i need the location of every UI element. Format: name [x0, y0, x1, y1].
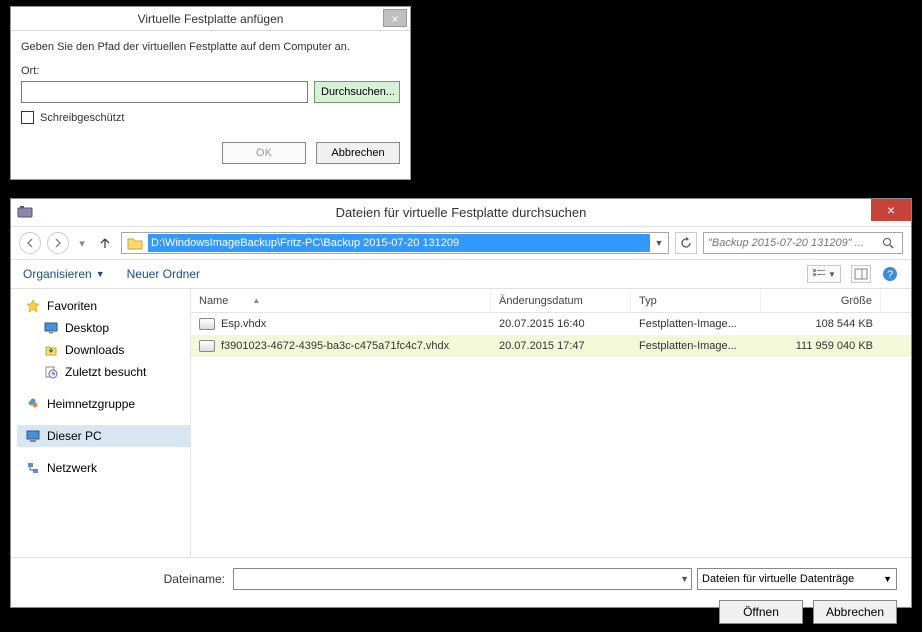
back-button[interactable]: [19, 232, 41, 254]
help-button[interactable]: ?: [881, 265, 899, 283]
tree-label: Favoriten: [47, 299, 97, 313]
view-list-icon: [812, 268, 826, 280]
organize-menu[interactable]: Organisieren ▼: [23, 267, 105, 281]
file-open-dialog: Dateien für virtuelle Festplatte durchsu…: [10, 198, 912, 608]
chevron-down-icon[interactable]: ▼: [680, 574, 689, 584]
help-icon: ?: [882, 266, 898, 282]
file-date: 20.07.2015 17:47: [491, 340, 631, 352]
arrow-up-icon: [98, 236, 112, 250]
star-icon: [25, 298, 41, 314]
homegroup-icon: [25, 396, 41, 412]
attach-vhd-title: Virtuelle Festplatte anfügen: [11, 7, 410, 31]
file-date: 20.07.2015 16:40: [491, 318, 631, 330]
file-name: Esp.vhdx: [221, 318, 266, 330]
toolbar: Organisieren ▼ Neuer Ordner ▼ ?: [11, 259, 911, 289]
file-open-titlebar: Dateien für virtuelle Festplatte durchsu…: [11, 199, 911, 227]
file-type: Festplatten-Image...: [631, 318, 761, 330]
filename-label: Dateiname:: [25, 572, 225, 586]
browse-button[interactable]: Durchsuchen...: [314, 81, 400, 103]
ok-button[interactable]: OK: [222, 142, 306, 164]
downloads-icon: [43, 342, 59, 358]
close-button[interactable]: ×: [383, 9, 407, 27]
navigation-tree: Favoriten Desktop Downloads Zuletzt besu…: [11, 289, 191, 557]
preview-pane-icon: [854, 268, 868, 280]
tree-favorites[interactable]: Favoriten: [17, 295, 190, 317]
file-open-title: Dateien für virtuelle Festplatte durchsu…: [11, 199, 911, 227]
network-icon: [25, 460, 41, 476]
tree-network[interactable]: Netzwerk: [17, 457, 190, 479]
attach-vhd-description: Geben Sie den Pfad der virtuellen Festpl…: [21, 41, 400, 53]
chevron-down-icon: ▼: [883, 574, 892, 584]
desktop-icon: [43, 320, 59, 336]
bottom-panel: Dateiname: ▼ Dateien für virtuelle Daten…: [11, 557, 911, 632]
vhd-file-icon: [199, 340, 215, 352]
column-header-size[interactable]: Größe: [761, 289, 881, 312]
tree-recent[interactable]: Zuletzt besucht: [17, 361, 190, 383]
tree-label: Dieser PC: [47, 429, 102, 443]
refresh-icon: [680, 237, 692, 249]
open-button[interactable]: Öffnen: [719, 600, 803, 624]
column-header-name[interactable]: Name▲: [191, 289, 491, 312]
file-size: 108 544 KB: [761, 318, 881, 330]
view-mode-button[interactable]: ▼: [807, 265, 841, 283]
history-dropdown[interactable]: ▾: [75, 232, 89, 254]
column-header-date[interactable]: Änderungsdatum: [491, 289, 631, 312]
sort-asc-icon: ▲: [252, 296, 260, 305]
svg-text:?: ?: [887, 269, 893, 281]
cancel-button[interactable]: Abbrechen: [316, 142, 400, 164]
close-button[interactable]: ×: [871, 199, 911, 221]
tree-label: Zuletzt besucht: [65, 365, 146, 379]
readonly-checkbox[interactable]: [21, 111, 34, 124]
computer-icon: [25, 428, 41, 444]
preview-pane-button[interactable]: [851, 265, 871, 283]
file-type-filter[interactable]: Dateien für virtuelle Datenträge ▼: [697, 568, 897, 590]
file-name: f3901023-4672-4395-ba3c-c475a71fc4c7.vhd…: [221, 340, 449, 352]
folder-icon: [126, 235, 144, 251]
tree-thispc[interactable]: Dieser PC: [17, 425, 190, 447]
file-size: 111 959 040 KB: [761, 340, 881, 352]
recent-icon: [43, 364, 59, 380]
tree-homegroup[interactable]: Heimnetzgruppe: [17, 393, 190, 415]
address-bar: ▾ ▼: [11, 227, 911, 259]
search-field[interactable]: [703, 232, 903, 254]
new-folder-button[interactable]: Neuer Ordner: [127, 267, 200, 281]
tree-label: Netzwerk: [47, 461, 97, 475]
tree-downloads[interactable]: Downloads: [17, 339, 190, 361]
attach-vhd-dialog: Virtuelle Festplatte anfügen × Geben Sie…: [10, 6, 411, 180]
filter-label: Dateien für virtuelle Datenträge: [702, 573, 854, 585]
file-row[interactable]: f3901023-4672-4395-ba3c-c475a71fc4c7.vhd…: [191, 335, 911, 357]
filename-input[interactable]: [233, 568, 692, 590]
arrow-left-icon: [25, 238, 35, 248]
up-button[interactable]: [95, 233, 115, 253]
column-header-type[interactable]: Typ: [631, 289, 761, 312]
readonly-label: Schreibgeschützt: [40, 112, 124, 124]
tree-label: Downloads: [65, 343, 124, 357]
arrow-right-icon: [53, 238, 63, 248]
chevron-down-icon: ▼: [828, 270, 836, 279]
search-icon: [882, 237, 902, 249]
column-header-row: Name▲ Änderungsdatum Typ Größe: [191, 289, 911, 313]
file-type: Festplatten-Image...: [631, 340, 761, 352]
tree-label: Desktop: [65, 321, 109, 335]
refresh-button[interactable]: [675, 232, 697, 254]
vhd-file-icon: [199, 318, 215, 330]
forward-button[interactable]: [47, 232, 69, 254]
chevron-down-icon: ▼: [96, 269, 105, 279]
file-list: Name▲ Änderungsdatum Typ Größe Esp.vhdx 2…: [191, 289, 911, 557]
location-label: Ort:: [21, 65, 400, 77]
address-field[interactable]: ▼: [121, 232, 669, 254]
address-input[interactable]: [148, 234, 650, 252]
attach-vhd-titlebar: Virtuelle Festplatte anfügen ×: [11, 7, 410, 31]
file-row[interactable]: Esp.vhdx 20.07.2015 16:40Festplatten-Imag…: [191, 313, 911, 335]
organize-label: Organisieren: [23, 267, 92, 281]
address-dropdown[interactable]: ▼: [650, 238, 668, 248]
search-input[interactable]: [704, 237, 882, 249]
vhd-path-input[interactable]: [21, 81, 308, 103]
tree-desktop[interactable]: Desktop: [17, 317, 190, 339]
tree-label: Heimnetzgruppe: [47, 397, 135, 411]
cancel-button[interactable]: Abbrechen: [813, 600, 897, 624]
